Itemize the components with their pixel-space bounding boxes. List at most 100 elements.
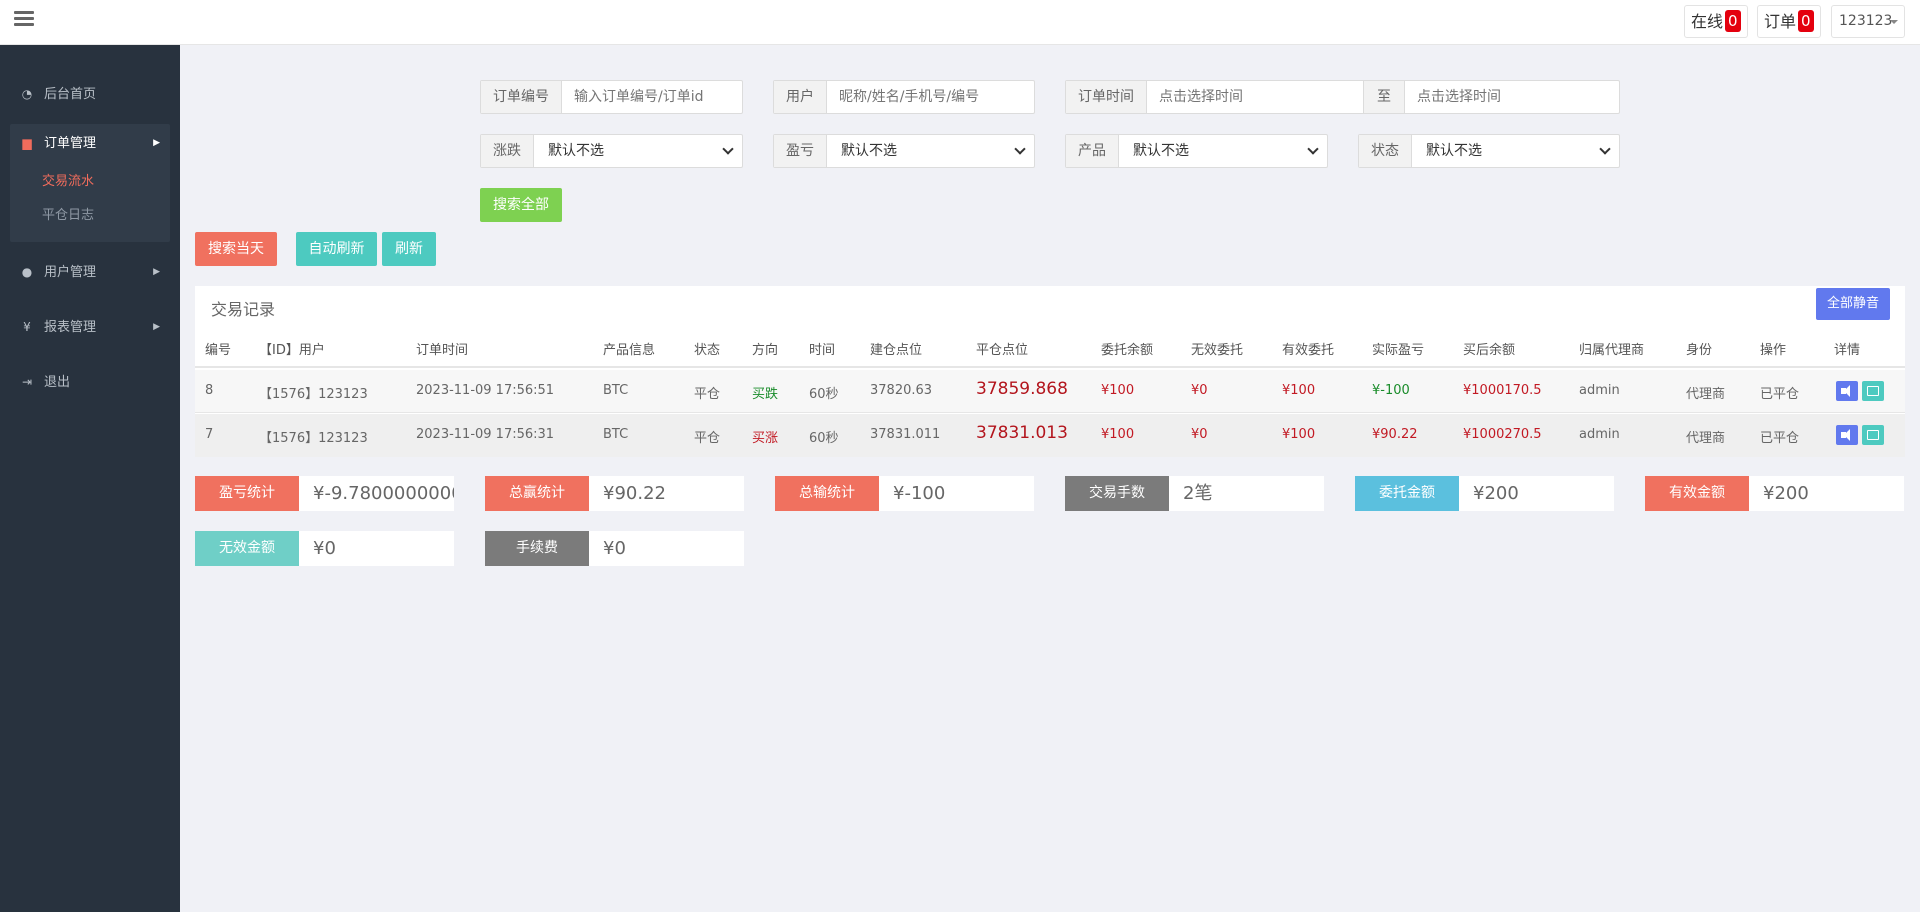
orders-badge[interactable]: 订单 0	[1757, 5, 1821, 38]
table-header: 编号 【ID】用户 订单时间 产品信息 状态 方向 时间 建仓点位 平仓点位 委…	[195, 328, 1905, 368]
refresh-button[interactable]: 刷新	[382, 232, 436, 266]
stat-value: ¥-9.7800000000000	[313, 483, 454, 504]
sidebar-group-orders: ▆ 订单管理 ▶ 交易流水 平仓日志	[10, 124, 170, 242]
calculator-icon[interactable]	[1862, 425, 1884, 445]
sidebar-item-reports[interactable]: ¥ 报表管理 ▶	[10, 308, 170, 346]
order-no-input[interactable]	[562, 81, 748, 113]
stat-trade-count: 交易手数 2笔	[1065, 476, 1324, 511]
sidebar-item-label: 退出	[44, 375, 71, 390]
chevron-right-icon: ▶	[153, 267, 160, 277]
col-agent[interactable]: 归属代理商	[1579, 339, 1644, 358]
cell-operation: 已平仓	[1760, 431, 1800, 446]
col-no[interactable]: 编号	[205, 339, 231, 358]
cell-pnl: ¥90.22	[1372, 427, 1418, 442]
col-open-price[interactable]: 建仓点位	[870, 339, 922, 358]
cell-agent: admin	[1579, 427, 1620, 442]
sidebar-item-users[interactable]: ● 用户管理 ▶	[10, 253, 170, 291]
hamburger-icon[interactable]	[14, 11, 34, 27]
cell-product: BTC	[603, 427, 629, 442]
stat-invalid-amount: 无效金额 ¥0	[195, 531, 454, 566]
volume-icon[interactable]	[1836, 381, 1858, 401]
order-time-end-input[interactable]	[1405, 81, 1619, 113]
col-invalid[interactable]: 无效委托	[1191, 339, 1243, 358]
col-product[interactable]: 产品信息	[603, 339, 655, 358]
order-time-start-input[interactable]	[1147, 81, 1363, 113]
username: 123123	[1839, 13, 1893, 29]
product-label: 产品	[1066, 135, 1119, 167]
col-role[interactable]: 身份	[1686, 339, 1712, 358]
sidebar-item-label: 订单管理	[44, 136, 97, 151]
logout-icon: ⇥	[21, 375, 33, 389]
sidebar-sub-trade-flow[interactable]: 交易流水	[42, 170, 94, 189]
search-today-button[interactable]: 搜索当天	[195, 232, 277, 266]
status-label: 状态	[1359, 135, 1412, 167]
caret-down-icon	[1890, 20, 1898, 24]
volume-icon[interactable]	[1836, 425, 1858, 445]
profit-loss-select[interactable]: 默认不选	[827, 135, 1034, 167]
stat-total-win: 总赢统计 ¥90.22	[485, 476, 744, 511]
col-entrust[interactable]: 委托余额	[1101, 339, 1153, 358]
online-label: 在线	[1691, 12, 1724, 31]
table-row[interactable]: 8 【1576】123123 2023-11-09 17:56:51 BTC 平…	[195, 370, 1905, 413]
cell-role: 代理商	[1686, 387, 1726, 402]
rise-fall-group: 涨跌 默认不选	[480, 134, 743, 168]
cell-status: 平仓	[694, 431, 721, 446]
order-time-group: 订单时间 至	[1065, 80, 1620, 114]
table-row[interactable]: 7 【1576】123123 2023-11-09 17:56:31 BTC 平…	[195, 414, 1905, 457]
col-status[interactable]: 状态	[694, 339, 720, 358]
calculator-icon[interactable]	[1862, 381, 1884, 401]
col-user[interactable]: 【ID】用户	[259, 339, 325, 358]
order-time-label: 订单时间	[1066, 81, 1147, 113]
sidebar-item-label: 后台首页	[44, 87, 97, 102]
chevron-down-icon	[1307, 143, 1319, 155]
panel-title: 交易记录	[211, 300, 276, 319]
col-duration[interactable]: 时间	[809, 339, 835, 358]
chevron-down-icon	[1599, 143, 1611, 155]
sidebar-item-logout[interactable]: ⇥ 退出	[10, 363, 170, 401]
user-dropdown[interactable]: 123123	[1831, 5, 1905, 38]
cell-balance: ¥1000170.5	[1463, 383, 1542, 398]
status-select[interactable]: 默认不选	[1412, 135, 1619, 167]
product-select[interactable]: 默认不选	[1119, 135, 1327, 167]
sidebar-item-label: 报表管理	[44, 320, 97, 335]
orders-count: 0	[1798, 10, 1814, 32]
stat-label: 委托金额	[1355, 476, 1459, 511]
col-pnl[interactable]: 实际盈亏	[1372, 339, 1424, 358]
user-group: 用户	[773, 80, 1035, 114]
search-all-button[interactable]: 搜索全部	[480, 188, 562, 222]
file-icon: ▆	[22, 136, 32, 150]
col-detail[interactable]: 详情	[1834, 339, 1860, 358]
user-input[interactable]	[827, 81, 1034, 113]
cell-no: 8	[205, 383, 214, 398]
sidebar-item-orders[interactable]: ▆ 订单管理 ▶	[10, 124, 170, 162]
sidebar: ◔ 后台首页 ▆ 订单管理 ▶ 交易流水 平仓日志 ● 用户管理 ▶ ¥ 报表管理 ▶ …	[0, 45, 180, 912]
rise-fall-label: 涨跌	[481, 135, 534, 167]
stat-label: 有效金额	[1645, 476, 1749, 511]
sidebar-item-dashboard[interactable]: ◔ 后台首页	[10, 75, 170, 113]
col-balance[interactable]: 买后余额	[1463, 339, 1515, 358]
rise-fall-select[interactable]: 默认不选	[534, 135, 742, 167]
col-direction[interactable]: 方向	[752, 339, 778, 358]
col-close-price[interactable]: 平仓点位	[976, 339, 1028, 358]
mute-all-button[interactable]: 全部静音	[1816, 288, 1890, 320]
stat-label: 总输统计	[775, 476, 879, 511]
order-time-to-label: 至	[1363, 81, 1405, 113]
cell-direction: 买跌	[752, 387, 779, 402]
sidebar-sub-close-log[interactable]: 平仓日志	[42, 204, 94, 223]
cell-valid: ¥100	[1282, 427, 1316, 442]
auto-refresh-button[interactable]: 自动刷新	[296, 232, 377, 266]
col-order-time[interactable]: 订单时间	[416, 339, 468, 358]
stat-label: 交易手数	[1065, 476, 1169, 511]
stat-label: 总赢统计	[485, 476, 589, 511]
chevron-right-icon: ▶	[153, 138, 160, 148]
user-icon: ●	[21, 265, 33, 279]
stat-value: ¥200	[1473, 483, 1519, 504]
order-no-group: 订单编号	[480, 80, 748, 114]
cell-agent: admin	[1579, 383, 1620, 398]
cell-user: 【1576】123123	[259, 431, 368, 446]
col-operation[interactable]: 操作	[1760, 339, 1786, 358]
col-valid[interactable]: 有效委托	[1282, 339, 1334, 358]
online-badge[interactable]: 在线 0	[1684, 5, 1748, 38]
stat-value: ¥90.22	[603, 483, 666, 504]
cell-open-price: 37831.011	[870, 427, 941, 442]
